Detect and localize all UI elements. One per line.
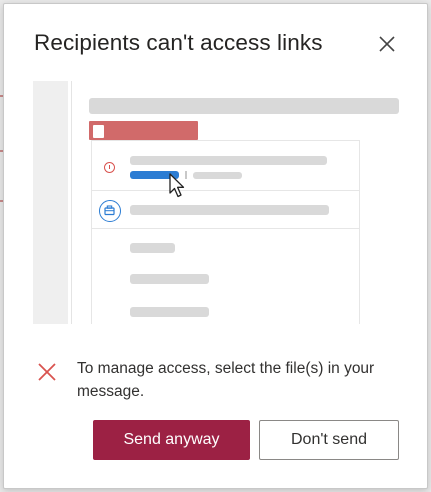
dont-send-button[interactable]: Don't send	[259, 420, 399, 460]
recipients-access-dialog: Recipients can't access links To manage …	[3, 3, 428, 489]
dialog-title: Recipients can't access links	[34, 30, 323, 55]
send-anyway-button[interactable]: Send anyway	[93, 420, 250, 460]
illustration-subject-bar	[89, 98, 399, 114]
illustration-card-separator	[91, 190, 359, 191]
briefcase-icon	[99, 200, 121, 222]
mouse-cursor-icon	[169, 173, 185, 198]
red-x-icon	[38, 363, 56, 381]
illustration-line	[130, 156, 327, 165]
illustration-attachment-bar	[89, 121, 198, 140]
info-icon	[104, 162, 115, 173]
close-icon	[379, 36, 395, 52]
dialog-message: To manage access, select the file(s) in …	[77, 360, 375, 400]
illustration	[33, 81, 399, 324]
illustration-card	[91, 140, 360, 324]
close-button[interactable]	[373, 30, 401, 58]
illustration-line	[130, 205, 329, 215]
illustration-folder-pane	[33, 81, 68, 324]
illustration-divider	[71, 81, 72, 324]
illustration-line	[193, 172, 242, 179]
illustration-line	[130, 243, 175, 253]
illustration-line	[130, 274, 209, 284]
illustration-card-separator	[91, 228, 359, 229]
illustration-line	[130, 307, 209, 317]
document-icon	[93, 125, 104, 138]
